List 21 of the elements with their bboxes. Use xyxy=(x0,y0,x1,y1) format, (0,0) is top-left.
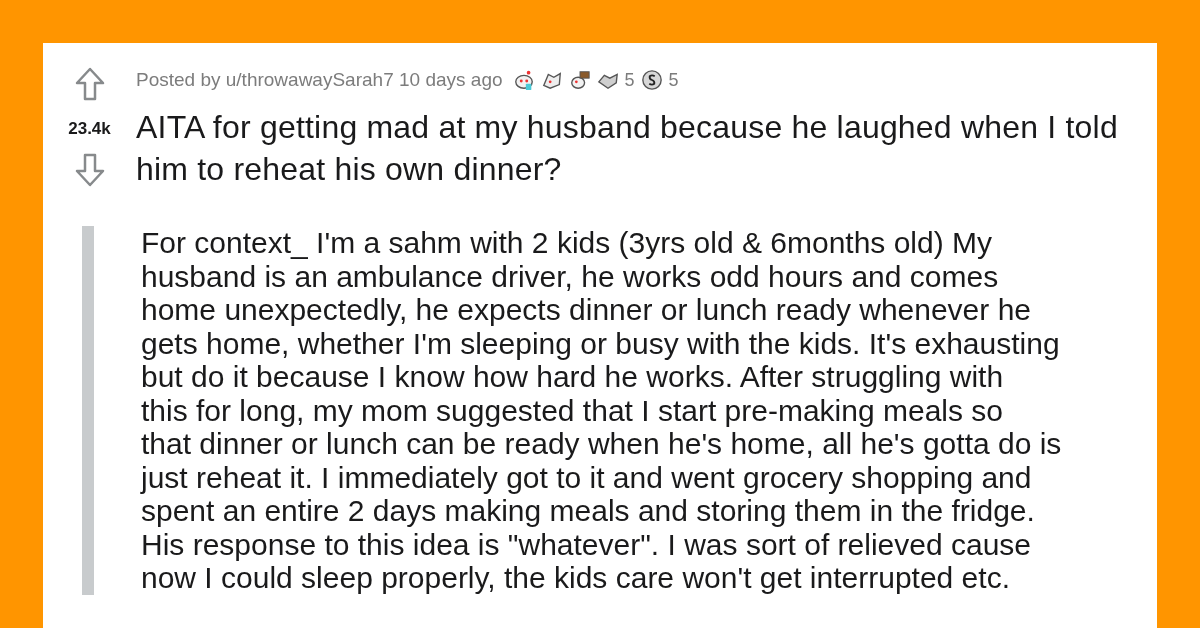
award-icon xyxy=(640,69,663,91)
post-byline: Posted by u/throwawaySarah7 10 days ago xyxy=(136,69,503,91)
body-text-line: His response to this idea is "whatever". I was sort of relieved cause xyxy=(141,527,1033,561)
downvote-arrow-icon[interactable] xyxy=(74,153,105,187)
body-text-line: this for long, my mom suggested that I start pre-making meals so xyxy=(141,393,1005,427)
body-text-line: just reheat it. I immediately got to it and went grocery shopping and xyxy=(141,460,1033,494)
body-text-line: but do it because I know how hard he works. After struggling with xyxy=(141,360,1005,394)
upvote-arrow-icon[interactable] xyxy=(74,67,105,101)
body-text-line: now I could sleep properly, the kids care won't get interrupted etc. xyxy=(141,561,1011,595)
post-title[interactable]: AITA for getting mad at my husband because he laughed when I told him to reheat his own dinner? xyxy=(136,106,1147,190)
body-text-line: gets home, whether I'm sleeping or busy with the kids. It's exhausting xyxy=(141,326,1061,360)
award-icon xyxy=(568,69,591,91)
body-text-line: spent an entire 2 days making meals and storing them in the fridge. xyxy=(141,494,1036,528)
body-text-line: home unexpectedly, he expects dinner or lunch ready whenever he xyxy=(141,293,1032,327)
body-text-line: husband is an ambulance driver, he works odd hours and comes xyxy=(141,259,1000,293)
body-text-line: that dinner or lunch can be ready when he's home, all he's gotta do is xyxy=(141,427,1063,461)
body-text-line: For context_ I'm a sahm with 2 kids (3yrs old & 6months old) My xyxy=(141,226,994,260)
award-count: 5 xyxy=(624,69,635,91)
award-count: 5 xyxy=(668,69,679,91)
vote-score: 23.4k xyxy=(68,119,111,139)
award-icon xyxy=(512,69,535,91)
